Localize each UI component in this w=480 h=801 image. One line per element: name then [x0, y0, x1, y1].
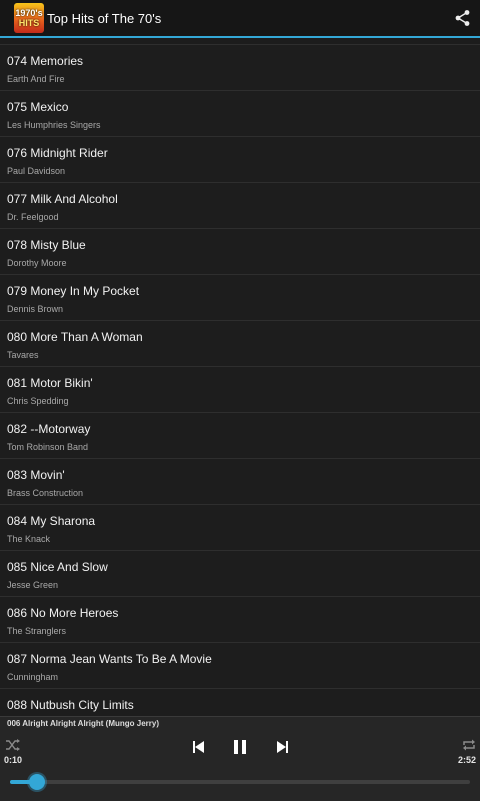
song-artist: Paul Davidson: [7, 166, 66, 176]
repeat-icon[interactable]: [462, 738, 476, 752]
list-item[interactable]: 083 Movin' Brass Construction: [0, 459, 480, 505]
list-item[interactable]: 086 No More Heroes The Stranglers: [0, 597, 480, 643]
pause-icon[interactable]: [234, 740, 246, 754]
song-list[interactable]: 074 Memories Earth And Fire 075 Mexico Les …: [0, 40, 480, 716]
song-artist: The Knack: [7, 534, 51, 544]
song-artist: Chris Spedding: [7, 396, 69, 406]
list-item[interactable]: 079 Money In My Pocket Dennis Brown: [0, 275, 480, 321]
song-title: 079 Money In My Pocket: [7, 284, 140, 298]
list-item[interactable]: 082 --Motorway Tom Robinson Band: [0, 413, 480, 459]
now-playing-title: 006 Alright Alright Alright (Mungo Jerry…: [7, 719, 160, 728]
app-logo[interactable]: 1970's HITS: [14, 3, 44, 33]
list-item[interactable]: 087 Norma Jean Wants To Be A Movie Cunnin…: [0, 643, 480, 689]
song-title: 075 Mexico: [7, 100, 69, 114]
list-item[interactable]: 074 Memories Earth And Fire: [0, 45, 480, 91]
list-item[interactable]: 084 My Sharona The Knack: [0, 505, 480, 551]
list-item[interactable]: 077 Milk And Alcohol Dr. Feelgood: [0, 183, 480, 229]
song-title: 077 Milk And Alcohol: [7, 192, 118, 206]
seek-thumb[interactable]: [28, 774, 45, 790]
song-artist: Cunningham: [7, 672, 59, 682]
song-artist: Brass Construction: [7, 488, 84, 498]
elapsed-time: 0:10: [4, 755, 23, 765]
song-title: 083 Movin': [7, 468, 65, 482]
total-duration: 2:52: [457, 755, 476, 765]
previous-icon[interactable]: [193, 741, 204, 753]
song-artist: Dennis Brown: [7, 304, 64, 314]
song-title: 084 My Sharona: [7, 514, 96, 528]
song-title: 080 More Than A Woman: [7, 330, 143, 344]
song-title: 078 Misty Blue: [7, 238, 86, 252]
seek-bar[interactable]: [10, 774, 470, 790]
app-logo-line1: 1970's: [15, 8, 43, 18]
song-title: 074 Memories: [7, 54, 84, 68]
song-title: 085 Nice And Slow: [7, 560, 108, 574]
song-title: 076 Midnight Rider: [7, 146, 108, 160]
list-item[interactable]: 085 Nice And Slow Jesse Green: [0, 551, 480, 597]
song-artist: Dr. Feelgood: [7, 212, 59, 222]
app-logo-line2: HITS: [18, 18, 40, 28]
song-title: 087 Norma Jean Wants To Be A Movie: [7, 652, 212, 666]
song-title: 086 No More Heroes: [7, 606, 119, 620]
song-artist: Earth And Fire: [7, 74, 65, 84]
list-item[interactable]: 076 Midnight Rider Paul Davidson: [0, 137, 480, 183]
list-item[interactable]: 080 More Than A Woman Tavares: [0, 321, 480, 367]
song-artist: Dorothy Moore: [7, 258, 67, 268]
shuffle-icon[interactable]: [6, 739, 20, 751]
list-item[interactable]: 078 Misty Blue Dorothy Moore: [0, 229, 480, 275]
action-bar: 1970's HITS Top Hits of The 70's: [0, 0, 480, 38]
song-title: 082 --Motorway: [7, 422, 91, 436]
song-artist: Tavares: [7, 350, 39, 360]
list-item[interactable]: 088 Nutbush City Limits: [0, 689, 480, 716]
player-bar: 006 Alright Alright Alright (Mungo Jerry…: [0, 716, 480, 801]
song-artist: Jesse Green: [7, 580, 59, 590]
list-item[interactable]: 081 Motor Bikin' Chris Spedding: [0, 367, 480, 413]
song-artist: Les Humphries Singers: [7, 120, 101, 130]
song-title: 081 Motor Bikin': [7, 376, 93, 390]
next-icon[interactable]: [277, 741, 288, 753]
app-title: Top Hits of The 70's: [47, 10, 162, 26]
song-title: 088 Nutbush City Limits: [7, 698, 134, 712]
song-artist: Tom Robinson Band: [7, 442, 89, 452]
share-icon[interactable]: [454, 9, 472, 27]
song-artist: The Stranglers: [7, 626, 67, 636]
list-item[interactable]: 075 Mexico Les Humphries Singers: [0, 91, 480, 137]
